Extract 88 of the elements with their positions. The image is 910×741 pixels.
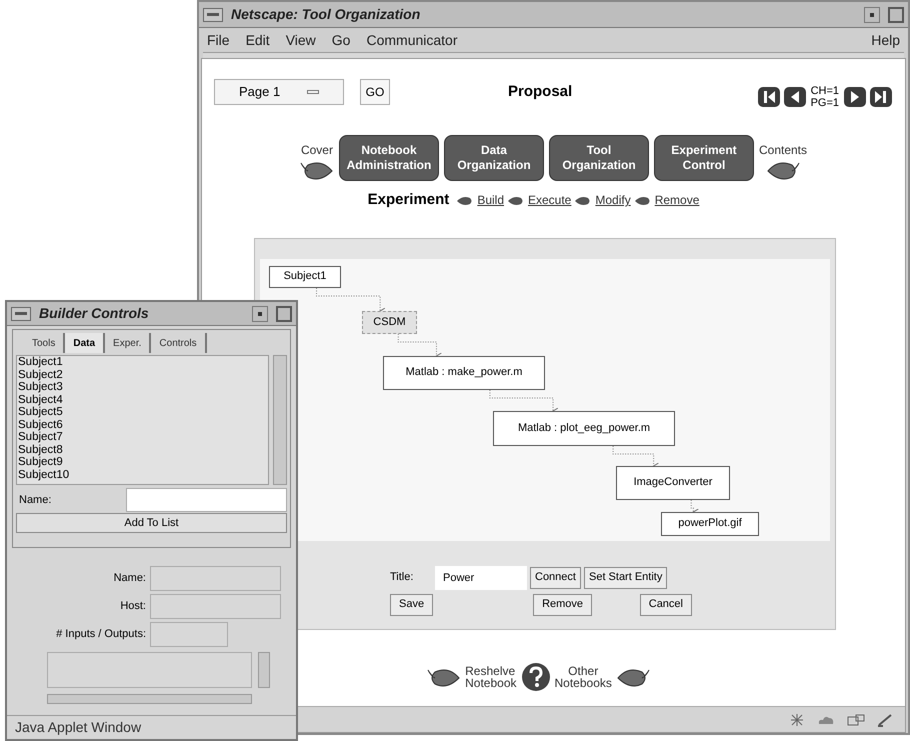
menu-item[interactable]: Edit xyxy=(246,30,270,50)
page-heading: Proposal xyxy=(508,82,572,102)
list-item[interactable]: Subject10 xyxy=(18,468,268,481)
connector-line xyxy=(489,389,559,414)
window-title: Netscape: Tool Organization xyxy=(231,5,422,24)
tab[interactable]: Exper. xyxy=(105,333,152,353)
list-item[interactable]: Subject7 xyxy=(18,431,268,444)
list-item[interactable]: Subject2 xyxy=(18,368,268,381)
connector-line xyxy=(398,333,442,359)
text-field[interactable] xyxy=(150,622,228,647)
dropdown-icon xyxy=(307,90,319,94)
go-button[interactable]: GO xyxy=(360,79,390,105)
menu-item[interactable]: File xyxy=(207,30,230,50)
connector-line xyxy=(316,287,386,314)
reshelve-link[interactable]: Reshelve Notebook xyxy=(465,664,516,688)
diagram-node[interactable]: CSDM xyxy=(362,310,417,334)
list-item[interactable]: Subject8 xyxy=(18,444,268,456)
other-notebooks-link[interactable]: Other Notebooks xyxy=(554,664,612,688)
menu-item[interactable]: Communicator xyxy=(366,30,458,50)
connect-button[interactable]: Connect xyxy=(530,566,581,588)
scrollbar[interactable] xyxy=(258,652,270,688)
list-item[interactable]: Subject5 xyxy=(18,406,268,418)
subnav-link[interactable]: Execute xyxy=(528,191,572,210)
window-title: Builder Controls xyxy=(39,304,150,323)
scrollbar[interactable] xyxy=(273,355,287,485)
maximize-icon[interactable] xyxy=(276,306,292,322)
diagram-node[interactable]: powerPlot.gif xyxy=(661,512,759,536)
connector-line xyxy=(612,445,660,469)
status-text: Java Applet Window xyxy=(15,718,142,737)
menu-item[interactable]: Help xyxy=(871,30,900,50)
text-field[interactable] xyxy=(150,594,281,619)
help-icon[interactable] xyxy=(520,662,550,692)
field-label: Host: xyxy=(120,599,146,614)
section-button[interactable]: Tool Organization xyxy=(548,135,649,181)
remove-button[interactable]: Remove xyxy=(533,594,592,616)
save-button[interactable]: Save xyxy=(390,594,434,616)
name-field[interactable] xyxy=(126,488,287,512)
title-field[interactable]: Power xyxy=(435,566,527,590)
diagram-node[interactable]: Matlab : make_power.m xyxy=(383,356,545,390)
window-menu-icon[interactable] xyxy=(203,8,223,22)
list-item[interactable]: Subject3 xyxy=(18,381,268,394)
cancel-button[interactable]: Cancel xyxy=(640,594,692,616)
next-page-icon[interactable] xyxy=(843,86,867,108)
text-field[interactable] xyxy=(150,566,281,591)
first-page-icon[interactable] xyxy=(756,86,781,108)
scrollbar[interactable] xyxy=(47,694,252,704)
list-item[interactable]: Subject1 xyxy=(18,356,268,368)
name-label: Name: xyxy=(18,492,52,508)
leaf-icon xyxy=(634,194,652,206)
list-item[interactable]: Subject6 xyxy=(18,418,268,431)
add-to-list-button[interactable]: Add To List xyxy=(16,513,287,533)
position-text: CH=1 xyxy=(810,85,839,97)
pen-icon xyxy=(877,712,893,726)
list-item[interactable]: Subject4 xyxy=(18,394,268,406)
sparkle-icon xyxy=(789,712,805,726)
menu-item[interactable]: View xyxy=(286,30,316,50)
section-button[interactable]: Data Organization xyxy=(444,135,544,181)
section-button[interactable]: Notebook Administration xyxy=(338,135,439,181)
position-text: PG=1 xyxy=(810,97,839,109)
minimize-icon[interactable] xyxy=(864,6,880,22)
leaf-icon xyxy=(574,194,592,206)
subnav-link[interactable]: Build xyxy=(477,191,504,210)
list-item[interactable]: Subject9 xyxy=(18,456,268,468)
diagram-node[interactable]: Matlab : plot_eeg_power.m xyxy=(493,410,675,446)
leaf-icon xyxy=(456,194,474,206)
maximize-icon[interactable] xyxy=(888,6,904,22)
leaf-icon xyxy=(507,194,525,206)
field-label: Name: xyxy=(114,571,146,586)
contents-link[interactable]: Contents xyxy=(758,141,808,159)
previous-page-icon[interactable] xyxy=(782,86,807,108)
field-label: # Inputs / Outputs: xyxy=(56,627,146,642)
cover-link[interactable]: Cover xyxy=(300,141,333,159)
last-page-icon[interactable] xyxy=(869,86,893,108)
diagram-node[interactable]: ImageConverter xyxy=(616,466,730,500)
tab[interactable]: Controls xyxy=(151,333,207,353)
subnav-link[interactable]: Remove xyxy=(654,191,700,210)
title-label: Title: xyxy=(390,570,414,586)
tab[interactable]: Data xyxy=(65,333,106,353)
subnav-link[interactable]: Modify xyxy=(595,191,631,210)
section-button[interactable]: Experiment Control xyxy=(654,135,754,181)
page-dropdown[interactable]: Page 1 xyxy=(214,79,344,105)
diagram-node[interactable]: Subject1 xyxy=(269,266,341,288)
menu-item[interactable]: Go xyxy=(332,30,350,50)
window-menu-icon[interactable] xyxy=(11,306,31,320)
minimize-icon[interactable] xyxy=(252,306,268,322)
connector-line xyxy=(690,499,699,515)
set-start-button[interactable]: Set Start Entity xyxy=(584,566,668,588)
subnav-label: Experiment xyxy=(368,190,450,210)
